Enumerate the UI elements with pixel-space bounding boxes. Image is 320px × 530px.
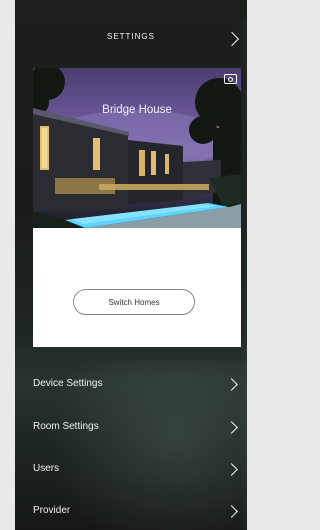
menu-item-label: Room Settings: [33, 421, 99, 432]
chevron-right-icon: [225, 463, 238, 476]
settings-panel: SETTINGS Bridge House Switch Homes Devic…: [15, 0, 247, 530]
menu-item-room-settings[interactable]: Room Settings: [15, 416, 247, 438]
switch-homes-button[interactable]: Switch Homes: [73, 289, 195, 315]
home-card: Bridge House Switch Homes: [33, 68, 241, 347]
chevron-right-icon: [225, 378, 238, 391]
page-title: SETTINGS: [106, 32, 155, 41]
chevron-right-icon: [225, 505, 238, 518]
camera-icon[interactable]: [224, 74, 237, 84]
menu-item-users[interactable]: Users: [15, 458, 247, 480]
menu-item-label: Device Settings: [33, 378, 103, 389]
home-card-footer: Switch Homes: [33, 228, 241, 347]
menu-item-device-settings[interactable]: Device Settings: [15, 373, 247, 395]
house-illustration: [33, 68, 241, 228]
chevron-right-icon: [225, 421, 238, 434]
menu-item-label: Users: [33, 463, 60, 474]
home-name: Bridge House: [102, 104, 172, 116]
menu-item-label: Provider: [33, 505, 71, 516]
home-photo: Bridge House: [33, 68, 241, 228]
menu-item-provider[interactable]: Provider: [15, 500, 247, 522]
